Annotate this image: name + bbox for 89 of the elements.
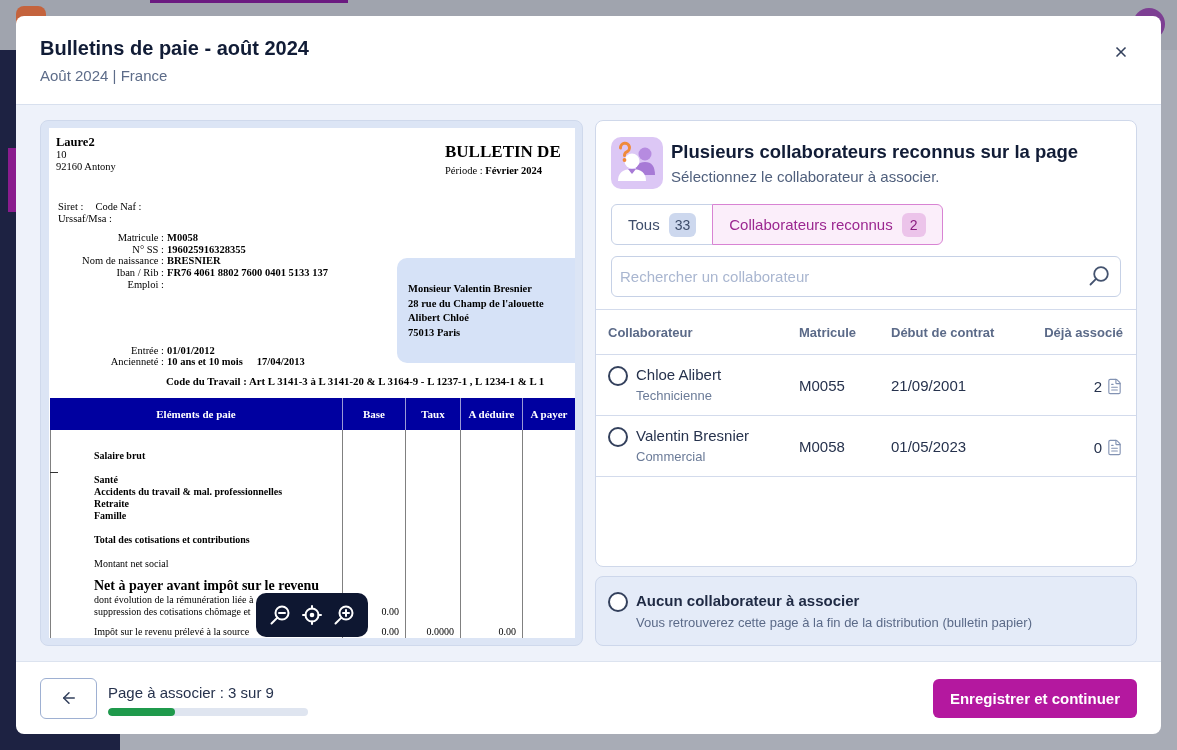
field-label: Matricule : [117, 232, 164, 244]
field-value: 196025916328355 [167, 243, 246, 256]
field-value: 17/04/2013 [256, 356, 305, 368]
count-badge: 33 [668, 212, 697, 237]
pay-line-label: Retraite [93, 497, 129, 510]
registration-label: Siret : [58, 201, 84, 213]
field-value: 10 ans et 10 mois [167, 356, 243, 368]
pay-line-label: Famille [93, 509, 127, 522]
count-badge: 2 [901, 212, 926, 237]
collaborator-name: Chloe Alibert [636, 366, 722, 384]
matricule-cell-text: M0055 [799, 377, 846, 395]
legal-reference: Code du Travail : Art L 3141-3 à L 3141-20 & L 3164-9 - L 1237-1 , L 1234-1 & L 1 [166, 374, 545, 388]
pay-line-label: dont évolution de la rémunération liée à [93, 593, 254, 606]
employer-address-line: 10 [56, 149, 67, 161]
payslip-title: BULLETIN DE [445, 143, 561, 161]
pay-line-label: Salaire brut [93, 449, 146, 462]
column-header: A déduire [460, 397, 522, 430]
search-field[interactable]: Rechercher un collaborateur [611, 256, 1121, 297]
radio-button[interactable] [608, 366, 628, 386]
field-label: Entrée : [131, 344, 164, 357]
field-value: FR76 4061 8802 7600 0401 5133 137 [167, 267, 328, 279]
pay-line-label: Montant net social [93, 557, 169, 570]
radio-button[interactable] [608, 427, 628, 447]
column-header: A payer [522, 397, 575, 430]
save-continue-button[interactable]: Enregistrer et continuer [932, 678, 1137, 718]
pay-amount: 0.00 [381, 605, 399, 618]
address-line: Alibert Chloé [408, 311, 469, 326]
radio-button[interactable] [608, 592, 628, 612]
document-icon [1106, 377, 1123, 395]
column-header: Début de contrat [891, 324, 995, 340]
job-title: Commercial [636, 449, 707, 465]
column-header: Déjà associé [1044, 324, 1123, 340]
field-label: Ancienneté : [110, 356, 164, 368]
pay-line-label: suppression des cotisations chômage et [93, 605, 251, 618]
option-title: Aucun collaborateur à associer [636, 592, 861, 610]
field-value: BRESNIER [167, 255, 221, 268]
zoom-in-button[interactable] [333, 605, 354, 625]
column-header: Matricule [799, 324, 857, 340]
field-value: 01/01/2012 [167, 344, 215, 357]
card-title: Plusieurs collaborateurs reconnus sur la page [671, 140, 1079, 163]
address-line: Monsieur Valentin Bresnier [408, 282, 532, 296]
date-cell-text: 01/05/2023 [891, 438, 968, 456]
pay-amount: 0.0000 [426, 625, 454, 638]
pay-amount: 0.00 [498, 625, 516, 638]
close-icon [1113, 44, 1129, 60]
recenter-button[interactable] [301, 605, 322, 625]
column-header: Eléments de paie [155, 406, 237, 422]
option-description: Vous retrouverez cette page à la fin de la distribution (bulletin papier) [636, 615, 1032, 631]
field-label: Iban / Rib : [116, 267, 164, 279]
job-title: Technicienne [636, 388, 713, 404]
zoom-out-icon [269, 605, 290, 625]
filter-tab[interactable]: Tous 33 [611, 204, 714, 245]
field-label: Nom de naissance : [82, 255, 164, 268]
registration-label: Code Naf : [95, 201, 142, 213]
column-header: Collaborateur [608, 324, 693, 340]
zoom-out-button[interactable] [269, 605, 290, 625]
dialog-subtitle: Août 2024 | France [40, 67, 169, 85]
no-match-option[interactable]: Aucun collaborateur à associer Vous retrouverez cette page à la fin de la distribution (bulletin papier) [595, 576, 1137, 646]
pay-line-label: Accidents du travail & mal. professionnelles [93, 485, 283, 498]
pay-line-label: Net à payer avant impôt sur le revenu [93, 577, 320, 594]
associated-count: 0 [1093, 439, 1102, 457]
field-value: M0058 [167, 232, 198, 244]
field-label: Emploi : [127, 278, 164, 291]
pay-period: Période : Février 2024 [445, 165, 542, 177]
search-icon [1089, 266, 1109, 286]
card-subtitle: Sélectionnez le collaborateur à associer. [671, 167, 941, 186]
registration-label: Urssaf/Msa : [58, 212, 112, 224]
employer-address-line: 92160 Antony [56, 160, 116, 172]
people-question-icon [611, 137, 663, 189]
field-label: N° SS : [132, 243, 164, 256]
column-header: Base [342, 397, 405, 430]
zoom-in-icon [333, 605, 354, 625]
column-header: Taux [405, 397, 460, 430]
pay-line-label: Total des cotisations et contributions [93, 533, 250, 546]
progress-label: Page à associer : 3 sur 9 [108, 683, 275, 702]
pay-line-label: Impôt sur le revenu prélevé à la source [93, 625, 250, 638]
collaborator-name: Valentin Bresnier [636, 427, 750, 445]
date-cell-text: 21/09/2001 [891, 377, 968, 395]
address-line: 28 rue du Champ de l'alouette [408, 296, 544, 311]
dialog-title: Bulletins de paie - août 2024 [40, 36, 309, 60]
target-icon [301, 605, 322, 625]
filter-tab[interactable]: Collaborateurs reconnus 2 [712, 204, 943, 245]
associated-count: 2 [1093, 378, 1102, 396]
pay-amount: 0.00 [381, 625, 399, 638]
address-line: 75013 Paris [408, 325, 461, 340]
matricule-cell-text: M0058 [799, 438, 846, 456]
employer-name: Laure2 [56, 136, 95, 149]
document-icon [1106, 438, 1123, 456]
pay-line-label: Santé [93, 473, 118, 486]
